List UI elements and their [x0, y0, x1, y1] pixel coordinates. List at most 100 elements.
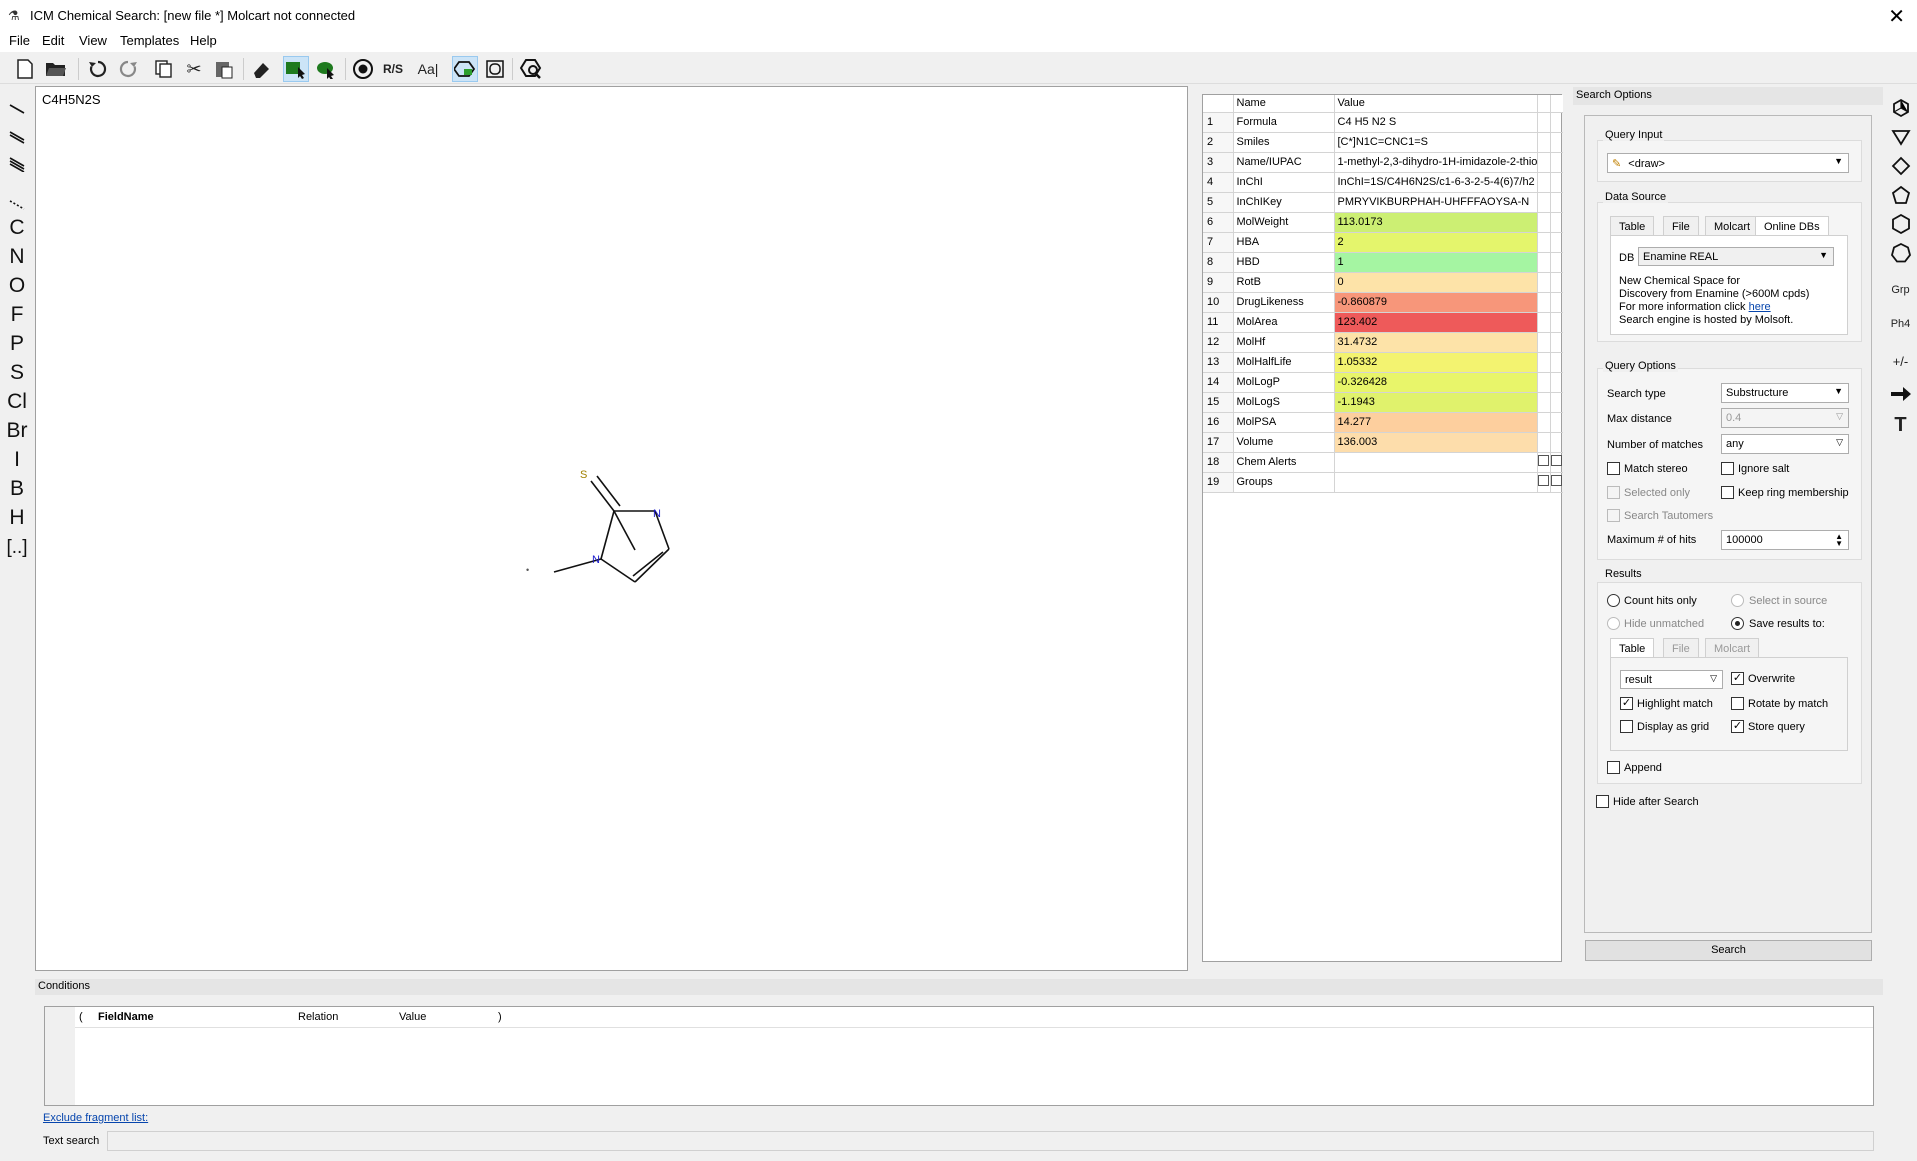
property-value[interactable]: C4 H5 N2 S	[1334, 112, 1538, 133]
selected-only-checkbox[interactable]	[1607, 486, 1620, 499]
group-button[interactable]: Grp	[1884, 284, 1917, 296]
spinner-icon[interactable]: ▲ ▼	[1835, 533, 1843, 548]
property-value[interactable]: 123.402	[1334, 312, 1538, 333]
element-o[interactable]: O	[0, 274, 34, 298]
element-cl[interactable]: Cl	[0, 390, 34, 414]
property-value[interactable]: 1	[1334, 252, 1538, 273]
undo-icon[interactable]	[85, 56, 111, 82]
tab-results-table[interactable]: Table	[1610, 638, 1655, 658]
triple-bond-tool[interactable]	[0, 154, 34, 178]
molecule-drawing[interactable]: S N N •	[36, 87, 1187, 970]
cut-icon[interactable]: ✂	[181, 56, 207, 82]
triangle-ring-icon[interactable]	[1884, 128, 1917, 151]
search-button[interactable]: Search	[1585, 940, 1872, 961]
element-i[interactable]: I	[0, 448, 34, 472]
copy-icon[interactable]	[151, 56, 177, 82]
eraser-icon[interactable]	[248, 56, 274, 82]
property-row[interactable]: 17 Volume 136.003	[1203, 432, 1563, 453]
property-value[interactable]: -0.326428	[1334, 372, 1538, 393]
menu-help[interactable]: Help	[190, 33, 217, 48]
append-checkbox[interactable]	[1607, 761, 1620, 774]
single-bond-tool[interactable]	[0, 98, 34, 122]
arrow-right-icon[interactable]	[1884, 386, 1917, 407]
heptagon-ring-icon[interactable]	[1884, 242, 1917, 268]
match-stereo-checkbox[interactable]	[1607, 462, 1620, 475]
property-row[interactable]: 14 MolLogP -0.326428	[1203, 372, 1563, 393]
property-value[interactable]: 31.4732	[1334, 332, 1538, 353]
result-table-select[interactable]: result ▽	[1620, 670, 1723, 689]
template-frame-icon[interactable]	[482, 56, 508, 82]
search-type-select[interactable]: Substructure ▼	[1721, 383, 1849, 403]
property-row[interactable]: 4 InChI InChI=1S/C4H6N2S/c1-6-3-2-5-4(6)7/…	[1203, 172, 1563, 193]
property-row[interactable]: 1 Formula C4 H5 N2 S	[1203, 112, 1563, 133]
store-query-checkbox[interactable]: ✓	[1731, 720, 1744, 733]
property-value[interactable]: PMRYVIKBURPHAH-UHFFFAOYSA-N	[1334, 192, 1538, 213]
property-row[interactable]: 6 MolWeight 113.0173	[1203, 212, 1563, 233]
conditions-table[interactable]: ( FieldName Relation Value )	[44, 1006, 1874, 1106]
property-row[interactable]: 7 HBA 2	[1203, 232, 1563, 253]
ignore-salt-checkbox[interactable]	[1721, 462, 1734, 475]
overwrite-checkbox[interactable]: ✓	[1731, 672, 1744, 685]
text-search-input[interactable]	[107, 1131, 1874, 1151]
property-row[interactable]: 3 Name/IUPAC 1-methyl-2,3-dihydro-1H-imida…	[1203, 152, 1563, 173]
exclude-fragment-link[interactable]: Exclude fragment list:	[43, 1112, 148, 1124]
property-row[interactable]: 13 MolHalfLife 1.05332	[1203, 352, 1563, 373]
property-value[interactable]	[1334, 452, 1538, 473]
menu-edit[interactable]: Edit	[42, 33, 64, 48]
charge-button[interactable]: +/-	[1884, 354, 1917, 369]
diamond-ring-icon[interactable]	[1884, 156, 1917, 181]
pentagon-ring-icon[interactable]	[1884, 185, 1917, 210]
font-size-button[interactable]: Aa|	[413, 56, 443, 82]
menu-view[interactable]: View	[79, 33, 107, 48]
tab-datasource-table[interactable]: Table	[1610, 216, 1655, 236]
element-br[interactable]: Br	[0, 419, 34, 443]
element-s[interactable]: S	[0, 361, 34, 385]
hexagon-ring-icon[interactable]	[1884, 213, 1917, 239]
clean-structure-icon[interactable]	[452, 56, 478, 82]
element-custom[interactable]: [..]	[0, 537, 34, 559]
column-header-value[interactable]: Value	[1334, 95, 1538, 113]
new-file-icon[interactable]	[12, 56, 38, 82]
keep-ring-checkbox[interactable]	[1721, 486, 1734, 499]
property-row[interactable]: 9 RotB 0	[1203, 272, 1563, 293]
column-header-name[interactable]: Name	[1233, 95, 1335, 113]
element-b[interactable]: B	[0, 477, 34, 501]
db-select[interactable]: Enamine REAL ▼	[1638, 247, 1834, 266]
property-value[interactable]: 0	[1334, 272, 1538, 293]
element-c[interactable]: C	[0, 216, 34, 240]
save-results-radio[interactable]	[1731, 617, 1744, 630]
query-input-combo[interactable]: ✎ <draw> ▼	[1607, 153, 1849, 173]
alert-checkbox[interactable]	[1550, 475, 1562, 486]
stereo-rs-button[interactable]: R/S	[378, 56, 408, 82]
tab-datasource-online-dbs[interactable]: Online DBs	[1755, 216, 1829, 236]
property-row[interactable]: 2 Smiles [C*]N1C=CNC1=S	[1203, 132, 1563, 153]
target-icon[interactable]	[350, 56, 376, 82]
open-folder-icon[interactable]	[43, 56, 69, 82]
select-fragment-icon[interactable]	[313, 56, 339, 82]
alert-checkbox[interactable]	[1537, 475, 1549, 486]
tab-results-molcart[interactable]: Molcart	[1705, 638, 1760, 658]
drawing-canvas[interactable]: C4H5N2S S N N •	[35, 86, 1188, 971]
text-tool-button[interactable]: T	[1884, 414, 1917, 437]
property-value[interactable]: 113.0173	[1334, 212, 1538, 233]
property-row[interactable]: 15 MolLogS -1.1943	[1203, 392, 1563, 413]
tab-results-file[interactable]: File	[1663, 638, 1699, 658]
property-value[interactable]: InChI=1S/C4H6N2S/c1-6-3-2-5-4(6)7/h2	[1334, 172, 1538, 193]
rotate-by-match-checkbox[interactable]	[1731, 697, 1744, 710]
property-row[interactable]: 8 HBD 1	[1203, 252, 1563, 273]
pharmacophore-button[interactable]: Ph4	[1884, 318, 1917, 330]
element-h[interactable]: H	[0, 506, 34, 530]
element-n[interactable]: N	[0, 245, 34, 269]
select-mode-icon[interactable]	[283, 56, 309, 82]
column-open-paren[interactable]: (	[79, 1011, 83, 1023]
highlight-match-checkbox[interactable]: ✓	[1620, 697, 1633, 710]
tab-datasource-file[interactable]: File	[1663, 216, 1699, 236]
alert-checkbox[interactable]	[1537, 455, 1549, 466]
menu-templates[interactable]: Templates	[120, 33, 179, 48]
aromatic-bond-tool[interactable]	[0, 194, 34, 218]
property-row[interactable]: 11 MolArea 123.402	[1203, 312, 1563, 333]
property-row[interactable]: 19 Groups	[1203, 472, 1563, 493]
property-row[interactable]: 18 Chem Alerts	[1203, 452, 1563, 473]
hide-after-search-checkbox[interactable]	[1596, 795, 1609, 808]
property-value[interactable]: [C*]N1C=CNC1=S	[1334, 132, 1538, 153]
